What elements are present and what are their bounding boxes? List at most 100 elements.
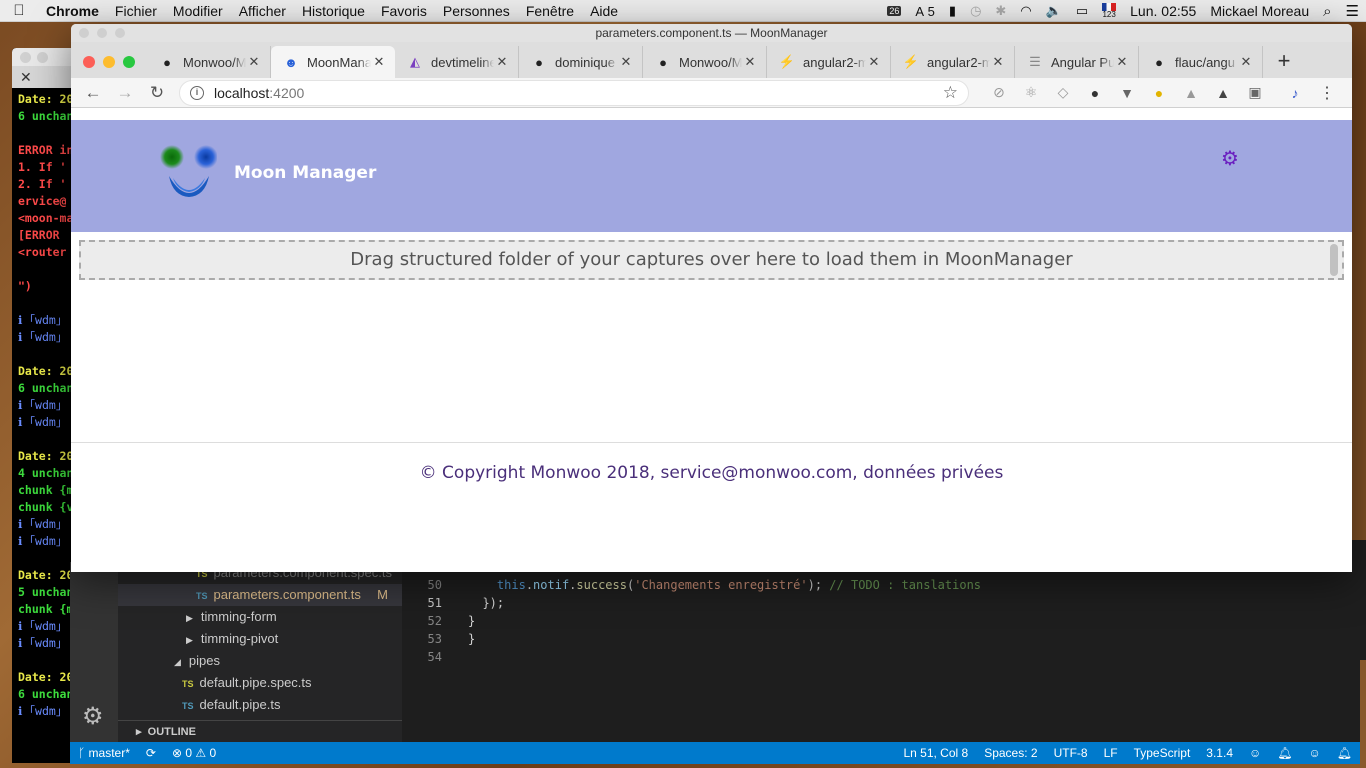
extension-counter-icon[interactable]: ▣ [1239,84,1271,101]
close-window-button[interactable] [83,56,95,68]
browser-tab[interactable]: ☻ MoonManager✕ [271,46,395,78]
notification-center-icon[interactable]: ☰ [1339,2,1366,20]
input-source-icon[interactable]: 123 [1095,3,1123,19]
tab-close-icon[interactable]: ✕ [1114,54,1130,70]
explorer-item[interactable]: TS parameters.component.ts M [118,584,402,606]
tab-strip: ●Monwoo/Moo✕☻MoonManager✕◭devtimeline✕●d… [71,42,1352,78]
extension-link-icon[interactable]: ⊘ [983,84,1015,101]
ts-version[interactable]: 3.1.4 [1198,746,1241,760]
menu-item-personnes[interactable]: Personnes [435,3,518,19]
browser-tab[interactable]: ● Monwoo/Moo✕ [643,46,767,78]
forward-button[interactable]: → [109,83,141,103]
explorer-item[interactable]: TS default.pipe.spec.ts [118,672,402,694]
apple-menu-icon[interactable]:  [0,2,38,19]
volume-icon[interactable]: 🔈 [1039,3,1069,19]
address-bar[interactable]: i localhost :4200 ☆ [179,79,969,106]
battery-status-icon[interactable]: ▮ [942,3,963,19]
browser-tab[interactable]: ⚡ angular2-m ✕ [891,46,1015,78]
tab-close-icon[interactable]: ✕ [990,54,1006,70]
wifi-icon[interactable]: ◠ [1013,3,1038,19]
moon-manager-logo-icon[interactable] [157,144,217,204]
reload-button[interactable]: ↻ [141,83,173,103]
chrome-menu-icon[interactable]: ⋮ [1311,83,1343,103]
browser-tab[interactable]: ● dominique ✕ [519,46,643,78]
extension-vuetify-icon[interactable]: ▼ [1111,85,1143,101]
settings-gears-icon[interactable]: ⚙ [1221,146,1239,170]
extension-gem-icon[interactable]: ◇ [1047,84,1079,101]
browser-tab[interactable]: ● flauc/angu ✕ [1139,46,1263,78]
explorer-item[interactable]: ▶ timming-form [118,606,402,628]
line-number: 50 [427,578,442,592]
feedback-smiley-icon[interactable]: ☺ [1301,746,1329,760]
new-tab-button[interactable]: + [1269,46,1299,76]
browser-tab[interactable]: ⚡ angular2-m ✕ [767,46,891,78]
notifications-bell-icon[interactable]: 🔔︎ [1329,746,1360,760]
bluetooth-icon[interactable]: ✱ [988,3,1013,19]
menu-item-historique[interactable]: Historique [294,3,373,19]
explorer-item[interactable]: ▶ timming-pivot [118,628,402,650]
app-title[interactable]: Moon Manager [234,163,376,183]
tab-close-icon[interactable]: ✕ [866,54,882,70]
site-info-icon[interactable]: i [190,85,204,100]
minimize-window-button[interactable] [103,56,115,68]
vscode-editor[interactable]: 50 this.notif.success('Changements enreg… [402,562,1360,742]
language-mode[interactable]: TypeScript [1126,746,1199,760]
menu-item-afficher[interactable]: Afficher [231,3,294,19]
extension-angular-dark-icon[interactable]: ▲ [1207,85,1239,101]
tab-close-icon[interactable]: ✕ [1238,54,1254,70]
tab-title: dominique [555,54,615,70]
menu-item-fenetre[interactable]: Fenêtre [518,3,582,19]
explorer-item[interactable]: TS default.pipe.ts [118,694,402,716]
spotlight-icon[interactable]: ⌕ [1316,3,1338,20]
time-machine-icon[interactable]: ◷ [963,3,988,19]
browser-tab[interactable]: ☰ Angular Pu ✕ [1015,46,1139,78]
scrollbar-thumb[interactable] [1330,244,1338,276]
smiley-icon[interactable]: ☺ [1241,746,1269,760]
extension-angular-icon[interactable]: ▲ [1175,85,1207,101]
tab-close-icon[interactable]: ✕ [371,54,387,70]
battery-icon[interactable]: ▭ [1069,3,1095,19]
extension-github-icon[interactable]: ● [1079,85,1111,101]
tab-close-icon[interactable]: ✕ [742,54,758,70]
menu-item-favoris[interactable]: Favoris [373,3,435,19]
clock[interactable]: Lun. 02:55 [1123,3,1203,19]
browser-tab[interactable]: ◭ devtimeline ✕ [395,46,519,78]
browser-tab[interactable]: ● Monwoo/Moo✕ [147,46,271,78]
menu-item-modifier[interactable]: Modifier [165,3,231,19]
chevron-right-icon: ▶ [186,635,193,645]
url-port: :4200 [269,84,305,101]
sync-icon[interactable]: ⟳ [138,746,164,760]
tab-close-icon[interactable]: ✕ [246,54,262,70]
user-name[interactable]: Mickael Moreau [1203,3,1316,19]
bookmark-star-icon[interactable]: ☆ [943,83,958,103]
cursor-position[interactable]: Ln 51, Col 8 [895,746,976,760]
menu-app-name[interactable]: Chrome [38,3,107,19]
explorer-item[interactable]: ◢ pipes [118,650,402,672]
extension-moon-icon[interactable]: ● [1143,85,1175,101]
zoom-window-button[interactable] [123,56,135,68]
explorer-item-label: default.pipe.ts [199,697,281,712]
code-text: this.notif.success('Changements enregist… [496,578,982,592]
end-of-line[interactable]: LF [1096,746,1126,760]
tab-close-icon[interactable]: ✕ [494,54,510,70]
back-button[interactable]: ← [77,83,109,103]
problems-indicator[interactable]: ⊗ 0 ⚠ 0 [164,746,224,760]
encoding[interactable]: UTF-8 [1046,746,1096,760]
outline-section-header[interactable]: ▸ OUTLINE [118,720,402,742]
drop-zone[interactable]: Drag structured folder of your captures … [79,240,1344,280]
github-icon: ● [163,54,171,70]
extension-music-icon[interactable]: ♪ [1279,85,1311,101]
indentation[interactable]: Spaces: 2 [976,746,1045,760]
devtimeline-icon: ◭ [410,54,420,69]
menu-item-aide[interactable]: Aide [582,3,626,19]
menu-item-fichier[interactable]: Fichier [107,3,165,19]
extension-react-icon[interactable]: ⚛ [1015,84,1047,101]
bell-icon[interactable]: 🔔︎ [1269,746,1300,760]
calendar-icon[interactable]: 26 [880,6,908,16]
git-branch[interactable]: ᚴ master* [70,746,138,760]
typescript-file-icon: TS [196,591,208,601]
gear-icon[interactable]: ⚙ [82,702,104,731]
tab-close-icon[interactable]: ✕ [618,54,634,70]
chevron-down-icon: ◢ [174,657,181,667]
adobe-icon[interactable]: A 5 [908,4,942,19]
